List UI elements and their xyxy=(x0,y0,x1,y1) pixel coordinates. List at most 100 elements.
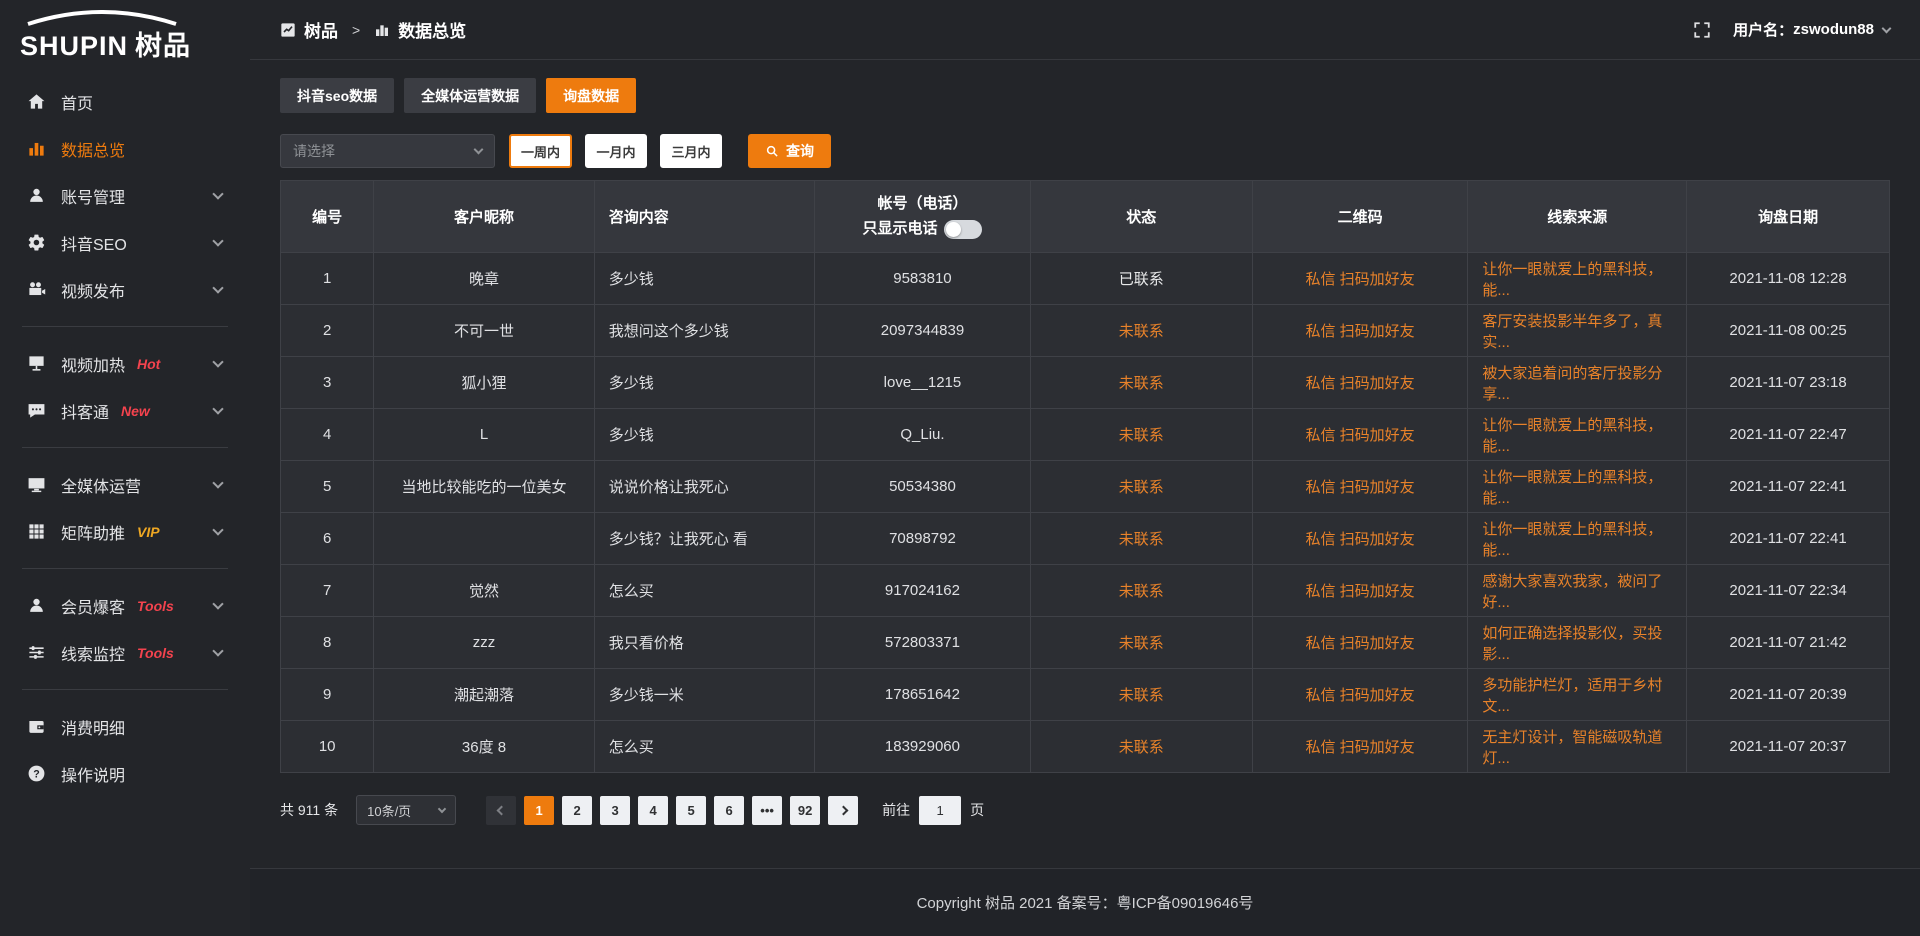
qrcode-link[interactable]: 私信 扫码加好友 xyxy=(1252,461,1468,513)
sidebar-item-label: 全媒体运营 xyxy=(61,473,141,497)
inquiry-content: 我只看价格 xyxy=(594,617,814,669)
customer-nickname: 晚章 xyxy=(374,253,594,305)
search-button[interactable]: 查询 xyxy=(748,134,831,168)
lead-source-link[interactable]: 如何正确选择投影仪，买投影... xyxy=(1468,617,1687,669)
username: zswodun88 xyxy=(1793,21,1874,38)
page-button-2[interactable]: 2 xyxy=(562,796,592,825)
qrcode-link[interactable]: 私信 扫码加好友 xyxy=(1252,721,1468,773)
search-button-label: 查询 xyxy=(786,141,814,161)
sidebar-item-operation-guide[interactable]: ?操作说明 xyxy=(0,750,250,797)
qrcode-link[interactable]: 私信 扫码加好友 xyxy=(1252,409,1468,461)
sidebar-item-consumption-details[interactable]: 消费明细 xyxy=(0,703,250,750)
sidebar-item-douketong[interactable]: 抖客通New xyxy=(0,387,250,434)
breadcrumb-current: 数据总览 xyxy=(398,17,466,42)
sidebar-item-matrix-boost[interactable]: 矩阵助推VIP xyxy=(0,508,250,555)
qrcode-link[interactable]: 私信 扫码加好友 xyxy=(1252,565,1468,617)
status-label: 未联系 xyxy=(1030,617,1252,669)
inquiry-date: 2021-11-07 20:37 xyxy=(1687,721,1890,773)
page-size-value: 10条/页 xyxy=(367,801,411,820)
lead-source-link[interactable]: 让你一眼就爱上的黑科技，能... xyxy=(1468,409,1687,461)
account-phone: 2097344839 xyxy=(815,305,1031,357)
lead-source-link[interactable]: 让你一眼就爱上的黑科技，能... xyxy=(1468,513,1687,565)
sidebar-item-label: 视频加热 xyxy=(61,352,125,376)
qrcode-link[interactable]: 私信 扫码加好友 xyxy=(1252,617,1468,669)
chevron-down-icon xyxy=(212,645,223,656)
lead-source-link[interactable]: 无主灯设计，智能磁吸轨道灯... xyxy=(1468,721,1687,773)
filter-select[interactable]: 请选择 xyxy=(280,134,495,168)
range-button-1[interactable]: 一月内 xyxy=(585,134,647,168)
qrcode-link[interactable]: 私信 扫码加好友 xyxy=(1252,357,1468,409)
lead-source-link[interactable]: 让你一眼就爱上的黑科技，能... xyxy=(1468,461,1687,513)
sidebar: SHUPIN 树品 首页数据总览账号管理抖音SEO视频发布视频加热Hot抖客通N… xyxy=(0,0,250,936)
status-label: 未联系 xyxy=(1030,409,1252,461)
sidebar-item-video-publish[interactable]: 视频发布 xyxy=(0,266,250,313)
range-buttons: 一周内一月内三月内 xyxy=(509,134,722,168)
status-label: 未联系 xyxy=(1030,669,1252,721)
sidebar-item-badge: New xyxy=(121,403,150,419)
row-number: 8 xyxy=(281,617,374,669)
tab-douyin-seo-data[interactable]: 抖音seo数据 xyxy=(280,78,394,113)
user-menu[interactable]: 用户名： zswodun88 xyxy=(1733,19,1890,40)
tab-inquiry-data[interactable]: 询盘数据 xyxy=(546,78,636,113)
inquiry-content: 多少钱？让我死心 看 xyxy=(594,513,814,565)
gear-icon xyxy=(27,233,46,252)
sidebar-item-member-baoke[interactable]: 会员爆客Tools xyxy=(0,582,250,629)
chevron-left-icon xyxy=(496,805,506,815)
sidebar-item-label: 操作说明 xyxy=(61,762,125,786)
table-row: 1036度 8怎么买183929060未联系私信 扫码加好友无主灯设计，智能磁吸… xyxy=(281,721,1890,773)
column-header-0: 编号 xyxy=(281,181,374,253)
range-button-2[interactable]: 三月内 xyxy=(660,134,722,168)
sidebar-item-lead-monitor[interactable]: 线索监控Tools xyxy=(0,629,250,676)
breadcrumb-home[interactable]: 树品 xyxy=(304,17,338,42)
page-size-select[interactable]: 10条/页 xyxy=(356,795,456,825)
page-button-3[interactable]: 3 xyxy=(600,796,630,825)
phone-only-toggle[interactable] xyxy=(944,220,982,239)
qrcode-link[interactable]: 私信 扫码加好友 xyxy=(1252,253,1468,305)
sidebar-item-omnimedia-operation[interactable]: 全媒体运营 xyxy=(0,461,250,508)
toggle-knob xyxy=(946,222,961,237)
username-label: 用户名： xyxy=(1733,19,1793,40)
account-phone: 572803371 xyxy=(815,617,1031,669)
user-solid-icon xyxy=(27,596,46,615)
qrcode-link[interactable]: 私信 扫码加好友 xyxy=(1252,513,1468,565)
lead-source-link[interactable]: 客厅安装投影半年多了，真实... xyxy=(1468,305,1687,357)
sidebar-item-account-management[interactable]: 账号管理 xyxy=(0,172,250,219)
status-label: 未联系 xyxy=(1030,461,1252,513)
page-ellipsis[interactable]: ••• xyxy=(752,796,782,825)
lead-source-link[interactable]: 多功能护栏灯，适用于乡村文... xyxy=(1468,669,1687,721)
fullscreen-icon[interactable] xyxy=(1693,21,1711,39)
sidebar-item-douyin-seo[interactable]: 抖音SEO xyxy=(0,219,250,266)
page-button-1[interactable]: 1 xyxy=(524,796,554,825)
sidebar-item-video-heat[interactable]: 视频加热Hot xyxy=(0,340,250,387)
goto-page-input[interactable] xyxy=(919,796,961,825)
topbar-right: 用户名： zswodun88 xyxy=(1693,19,1890,40)
prev-page-button[interactable] xyxy=(486,796,516,825)
tab-omnimedia-data[interactable]: 全媒体运营数据 xyxy=(404,78,536,113)
next-page-button[interactable] xyxy=(828,796,858,825)
chevron-down-icon xyxy=(212,403,223,414)
page-button-6[interactable]: 6 xyxy=(714,796,744,825)
table-row: 2不可一世我想问这个多少钱2097344839未联系私信 扫码加好友客厅安装投影… xyxy=(281,305,1890,357)
sidebar-item-data-overview[interactable]: 数据总览 xyxy=(0,125,250,172)
goto-label: 前往 xyxy=(882,800,910,820)
wallet-icon xyxy=(27,717,46,736)
column-header-label: 帐号（电话） xyxy=(829,193,1016,216)
chevron-down-icon xyxy=(212,356,223,367)
qrcode-link[interactable]: 私信 扫码加好友 xyxy=(1252,305,1468,357)
page-button-4[interactable]: 4 xyxy=(638,796,668,825)
menu-divider xyxy=(22,568,228,569)
page-button-92[interactable]: 92 xyxy=(790,796,820,825)
menu-divider xyxy=(22,447,228,448)
range-button-0[interactable]: 一周内 xyxy=(509,134,572,168)
sidebar-item-home[interactable]: 首页 xyxy=(0,78,250,125)
qrcode-link[interactable]: 私信 扫码加好友 xyxy=(1252,669,1468,721)
inquiry-content: 说说价格让我死心 xyxy=(594,461,814,513)
lead-source-link[interactable]: 让你一眼就爱上的黑科技，能... xyxy=(1468,253,1687,305)
lead-source-link[interactable]: 感谢大家喜欢我家，被问了好... xyxy=(1468,565,1687,617)
lead-source-link[interactable]: 被大家追着问的客厅投影分享... xyxy=(1468,357,1687,409)
sidebar-item-label: 账号管理 xyxy=(61,184,125,208)
inquiry-date: 2021-11-07 22:41 xyxy=(1687,513,1890,565)
page-button-5[interactable]: 5 xyxy=(676,796,706,825)
chevron-down-icon xyxy=(212,524,223,535)
column-header-2: 咨询内容 xyxy=(594,181,814,253)
